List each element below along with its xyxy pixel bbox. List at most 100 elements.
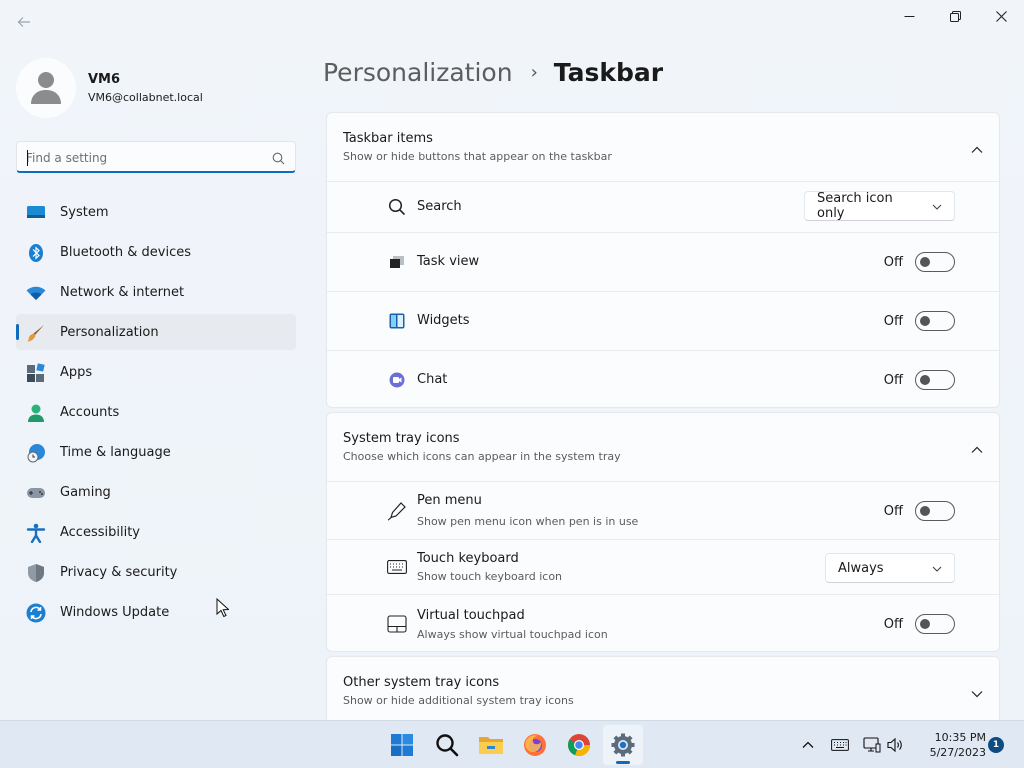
breadcrumb-parent[interactable]: Personalization <box>323 58 513 87</box>
sidebar-item-windows-update[interactable]: Windows Update <box>16 594 296 630</box>
notification-badge[interactable]: 1 <box>988 737 1004 753</box>
touch-keyboard-dropdown[interactable]: Always <box>825 553 955 583</box>
keyboard-icon[interactable] <box>830 735 850 755</box>
toggle-switch[interactable] <box>915 252 955 272</box>
chevron-up-icon[interactable] <box>971 439 983 458</box>
volume-icon[interactable] <box>885 735 905 755</box>
sidebar-item-label: System <box>60 204 109 220</box>
dropdown-value: Always <box>838 560 884 576</box>
chevron-down-icon <box>932 561 942 576</box>
brush-icon <box>26 323 46 343</box>
close-button[interactable] <box>978 0 1024 32</box>
sidebar-item-label: Accounts <box>60 404 120 420</box>
avatar[interactable] <box>16 58 76 118</box>
start-button[interactable] <box>382 725 422 765</box>
other-tray-header[interactable]: Other system tray icons Show or hide add… <box>327 657 999 720</box>
pen-menu-toggle[interactable]: Off <box>884 501 955 521</box>
widgets-toggle[interactable]: Off <box>884 311 955 331</box>
settings-icon <box>611 733 635 757</box>
file-explorer-button[interactable] <box>471 725 511 765</box>
setting-label: Pen menu <box>417 493 482 508</box>
search-icon[interactable] <box>272 150 285 169</box>
restore-icon <box>949 10 961 22</box>
toggle-switch[interactable] <box>915 501 955 521</box>
setting-label: Search <box>417 199 462 214</box>
sidebar-item-label: Accessibility <box>60 524 140 540</box>
maximize-button[interactable] <box>932 0 978 32</box>
sidebar-item-network[interactable]: Network & internet <box>16 274 296 310</box>
search-input[interactable] <box>26 148 266 168</box>
close-icon <box>995 10 1007 22</box>
settings-button[interactable] <box>603 725 643 765</box>
setting-row-touch-keyboard: Touch keyboard Show touch keyboard icon … <box>327 539 999 594</box>
section-title: System tray icons <box>343 431 460 446</box>
setting-description: Always show virtual touchpad icon <box>417 628 608 641</box>
toggle-switch[interactable] <box>915 614 955 634</box>
system-tray-section: System tray icons Choose which icons can… <box>326 412 1000 652</box>
section-subtitle: Show or hide additional system tray icon… <box>343 694 574 707</box>
firefox-button[interactable] <box>515 725 555 765</box>
minimize-icon <box>904 15 914 17</box>
sidebar-item-time-language[interactable]: Time & language <box>16 434 296 470</box>
clock[interactable]: 10:35 PM 5/27/2023 <box>916 730 986 760</box>
touchpad-icon <box>387 614 407 634</box>
setting-row-virtual-touchpad: Virtual touchpad Always show virtual tou… <box>327 594 999 651</box>
sidebar-item-apps[interactable]: Apps <box>16 354 296 390</box>
setting-row-chat: Chat Off <box>327 350 999 408</box>
taskbar-search-button[interactable] <box>427 725 467 765</box>
other-tray-section[interactable]: Other system tray icons Show or hide add… <box>326 656 1000 720</box>
task-view-toggle[interactable]: Off <box>884 252 955 272</box>
text-caret <box>27 150 28 166</box>
back-arrow-icon[interactable] <box>12 12 36 36</box>
running-indicator <box>616 761 630 764</box>
sidebar-item-label: Gaming <box>60 484 111 500</box>
sidebar-item-system[interactable]: System <box>16 194 296 230</box>
sidebar-item-gaming[interactable]: Gaming <box>16 474 296 510</box>
toggle-switch[interactable] <box>915 370 955 390</box>
page-title: Taskbar <box>553 58 664 87</box>
search-icon <box>436 734 459 757</box>
sidebar-item-accessibility[interactable]: Accessibility <box>16 514 296 550</box>
user-name: VM6 <box>88 72 121 87</box>
start-icon <box>391 734 413 756</box>
accounts-icon <box>26 403 46 423</box>
toggle-knob <box>920 506 930 516</box>
toggle-state: Off <box>883 372 903 388</box>
network-icon[interactable] <box>862 735 882 755</box>
breadcrumb: Personalization › Taskbar <box>323 58 663 87</box>
setting-label: Virtual touchpad <box>417 608 525 623</box>
toggle-knob <box>920 619 930 629</box>
sidebar-item-accounts[interactable]: Accounts <box>16 394 296 430</box>
taskbar-items-header[interactable]: Taskbar items Show or hide buttons that … <box>327 113 999 181</box>
toggle-knob <box>920 316 930 326</box>
toggle-knob <box>920 257 930 267</box>
clock-date: 5/27/2023 <box>929 746 986 759</box>
firefox-icon <box>524 734 546 756</box>
virtual-touchpad-toggle[interactable]: Off <box>884 614 955 634</box>
toggle-switch[interactable] <box>915 311 955 331</box>
setting-label: Task view <box>417 254 480 269</box>
setting-row-search: Search Search icon only <box>327 181 999 232</box>
chrome-button[interactable] <box>559 725 599 765</box>
chevron-down-icon <box>932 199 942 214</box>
keyboard-icon <box>387 557 407 577</box>
chrome-icon <box>567 734 591 757</box>
search-mode-dropdown[interactable]: Search icon only <box>804 191 955 221</box>
minimize-button[interactable] <box>886 0 932 32</box>
chevron-up-icon[interactable] <box>971 139 983 158</box>
chevron-up-icon[interactable] <box>798 735 818 755</box>
system-tray-header[interactable]: System tray icons Choose which icons can… <box>327 413 999 481</box>
shield-icon <box>26 563 46 583</box>
sidebar-item-bluetooth[interactable]: Bluetooth & devices <box>16 234 296 270</box>
file-explorer-icon <box>479 737 503 754</box>
system-icon <box>26 203 46 223</box>
section-title: Taskbar items <box>343 131 433 146</box>
sidebar-item-label: Windows Update <box>60 604 170 620</box>
search-box[interactable] <box>16 141 296 173</box>
chat-toggle[interactable]: Off <box>884 370 955 390</box>
widgets-icon <box>387 311 407 331</box>
sidebar-item-personalization[interactable]: Personalization <box>16 314 296 350</box>
sidebar-item-privacy[interactable]: Privacy & security <box>16 554 296 590</box>
task-view-icon <box>387 252 407 272</box>
chevron-down-icon[interactable] <box>971 683 983 702</box>
